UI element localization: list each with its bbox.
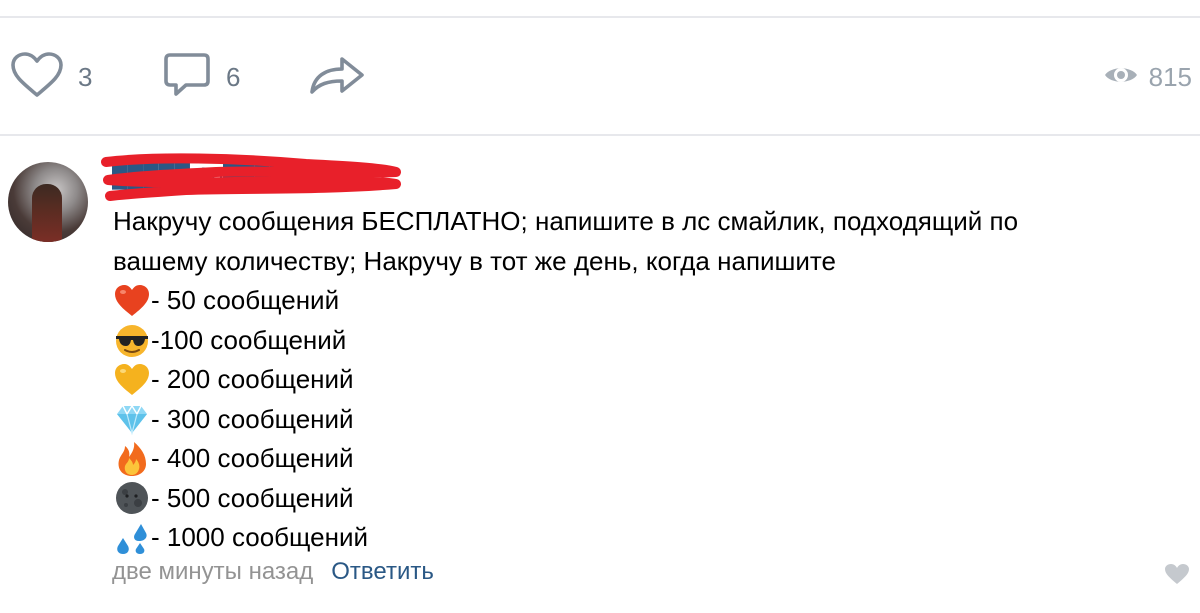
fire-icon bbox=[113, 440, 151, 478]
offer-item: - 50 сообщений bbox=[113, 281, 1193, 321]
section-divider bbox=[0, 134, 1200, 136]
offer-item: - 200 сообщений bbox=[113, 360, 1193, 400]
comment-author-name[interactable]: █████ Ар██████а bbox=[112, 158, 402, 194]
comment-count: 6 bbox=[226, 61, 241, 92]
comment-like-button[interactable] bbox=[1164, 563, 1190, 590]
offer-text: - 300 сообщений bbox=[151, 403, 354, 434]
offer-text: - 1000 сообщений bbox=[151, 522, 369, 552]
heart-icon bbox=[1164, 564, 1190, 589]
offer-item: - 500 сообщений bbox=[113, 479, 1193, 519]
share-button[interactable] bbox=[308, 40, 366, 114]
comment-text: Накручу сообщения БЕСПЛАТНО; напишите в … bbox=[113, 202, 1193, 558]
avatar-figure bbox=[32, 184, 62, 242]
avatar[interactable] bbox=[8, 162, 88, 242]
offer-text: -100 сообщений bbox=[151, 324, 347, 355]
yellow-heart-icon bbox=[113, 361, 151, 399]
views-counter: 815 bbox=[1103, 40, 1192, 114]
diamond-icon bbox=[113, 400, 151, 438]
comment-meta: две минуты назад Ответить bbox=[112, 558, 434, 586]
sweat-droplets-icon bbox=[113, 519, 151, 557]
offer-text: - 200 сообщений bbox=[151, 364, 354, 394]
offer-item: -100 сообщений bbox=[113, 321, 1193, 361]
comment-text-line-1: Накручу сообщения БЕСПЛАТНО; напишите в … bbox=[113, 206, 1019, 236]
comment: █████ Ар██████а Накручу сообщения БЕСПЛА… bbox=[0, 150, 1200, 613]
top-divider bbox=[0, 16, 1200, 18]
comment-button[interactable]: 6 bbox=[162, 40, 240, 114]
offer-text: - 500 сообщений bbox=[151, 482, 354, 513]
speech-bubble-icon bbox=[162, 50, 212, 105]
comment-timestamp[interactable]: две минуты назад bbox=[112, 558, 313, 586]
offer-item: - 300 сообщений bbox=[113, 400, 1193, 440]
new-moon-face-icon bbox=[113, 479, 151, 517]
sunglasses-face-icon bbox=[113, 321, 151, 359]
heart-outline-icon bbox=[10, 51, 64, 103]
share-arrow-icon bbox=[308, 52, 366, 103]
offer-text: - 400 сообщений bbox=[151, 443, 354, 473]
offer-item: - 1000 сообщений bbox=[113, 518, 1193, 558]
comment-text-line-2: вашему количеству; Накручу в тот же день… bbox=[113, 245, 836, 276]
post-actions-bar: 3 6 815 bbox=[0, 40, 1200, 114]
views-count: 815 bbox=[1148, 61, 1192, 92]
offer-item: - 400 сообщений bbox=[113, 439, 1193, 479]
eye-icon bbox=[1103, 62, 1139, 93]
red-heart-icon bbox=[113, 282, 151, 320]
reply-link[interactable]: Ответить bbox=[331, 558, 434, 586]
like-count: 3 bbox=[78, 61, 93, 92]
offer-text: - 50 сообщений bbox=[151, 285, 340, 315]
like-button[interactable]: 3 bbox=[10, 40, 92, 114]
